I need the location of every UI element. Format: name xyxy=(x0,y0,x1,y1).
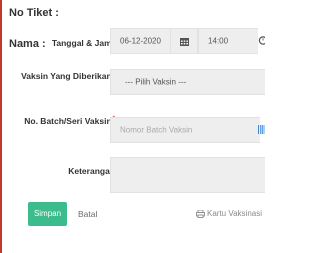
panel-left-border xyxy=(0,0,2,253)
calendar-icon xyxy=(180,38,189,46)
clock-icon[interactable] xyxy=(258,36,265,45)
vaksin-select[interactable]: --- Pilih Vaksin --- xyxy=(110,69,265,95)
calendar-button[interactable] xyxy=(170,28,198,54)
save-button[interactable]: Simpan xyxy=(28,202,67,226)
vaksin-label: Vaksin Yang Diberikan* xyxy=(21,70,115,81)
batch-placeholder: Nomor Batch Vaksin xyxy=(120,125,193,135)
time-value: 14:00 xyxy=(208,36,229,46)
no-tiket-heading: No Tiket : xyxy=(9,7,59,19)
cancel-button[interactable]: Batal xyxy=(78,202,97,226)
keterangan-label: Keterangan xyxy=(68,166,115,176)
print-icon xyxy=(196,209,205,218)
batch-label: No. Batch/Seri Vaksin* xyxy=(24,115,115,126)
date-value: 06-12-2020 xyxy=(120,36,161,46)
vaksin-selected-value: --- Pilih Vaksin --- xyxy=(125,77,187,87)
keterangan-textarea[interactable] xyxy=(110,157,265,193)
barcode-icon[interactable] xyxy=(258,125,265,134)
time-input[interactable]: 14:00 xyxy=(198,28,258,54)
batch-input[interactable]: Nomor Batch Vaksin xyxy=(110,117,260,143)
vaccination-form-page: No Tiket : Nama : Tanggal & Jam* 06-12-2… xyxy=(0,0,265,253)
vaccination-card-label: Kartu Vaksinasi xyxy=(207,209,262,218)
vaccination-card-button[interactable]: Kartu Vaksinasi xyxy=(196,202,265,226)
date-input[interactable]: 06-12-2020 xyxy=(110,28,171,54)
tanggal-jam-label: Tanggal & Jam* xyxy=(51,37,115,48)
